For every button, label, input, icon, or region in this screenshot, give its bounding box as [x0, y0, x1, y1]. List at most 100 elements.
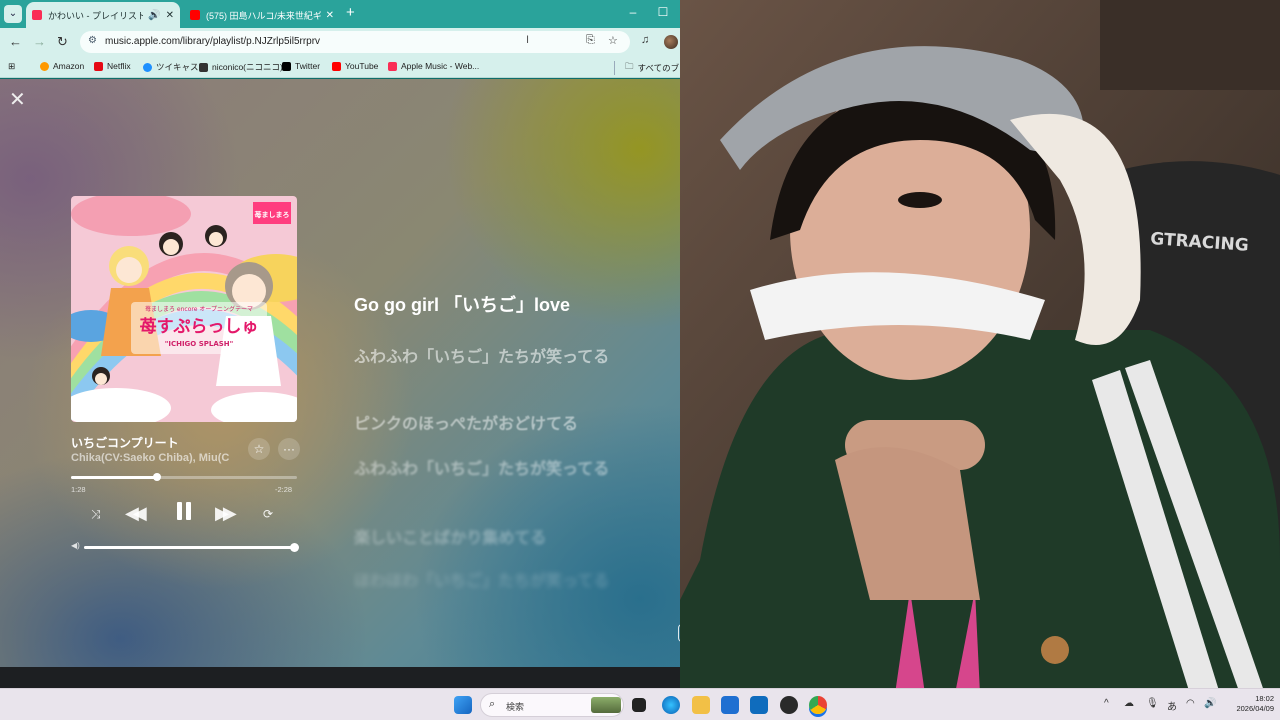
lyric-line[interactable]: ふわふわ「いちご」たちが笑ってる	[354, 460, 644, 480]
taskbar: ⌕ 検索 ^ ☁ 🎙 あ ◠ 🔊 18:02 2026/04/09	[0, 688, 1280, 720]
profile-avatar[interactable]	[664, 35, 678, 49]
tray-overflow-icon[interactable]: ^	[1104, 698, 1109, 709]
shuffle-icon[interactable]: ⤨	[91, 507, 101, 522]
playback-progress-bar[interactable]	[71, 473, 297, 481]
search-placeholder: 検索	[506, 702, 525, 712]
youtube-favicon	[190, 10, 200, 20]
lyric-line[interactable]: 楽しいことばかり集めてる	[354, 529, 644, 549]
lyric-current-line[interactable]: Go go girl 「いちご」love	[354, 294, 644, 317]
maximize-button[interactable]: ☐	[648, 5, 678, 19]
minimize-button[interactable]: –	[618, 5, 648, 19]
tab-apple-music[interactable]: かわいい - プレイリスト - Apple 🔊 ✕	[26, 2, 180, 28]
tab-title: かわいい - プレイリスト - Apple	[48, 10, 144, 21]
repeat-icon[interactable]: ⟳	[263, 507, 273, 521]
search-icon: ⌕	[489, 698, 496, 710]
url-text: music.apple.com/library/playlist/p.NJZrl…	[105, 36, 321, 47]
bookmark-twitter[interactable]: Twitter	[282, 61, 320, 71]
amazon-icon	[40, 61, 49, 71]
start-icon[interactable]	[454, 696, 472, 714]
bookmark-label: Amazon	[53, 61, 85, 71]
obs-icon[interactable]	[780, 696, 798, 714]
tab-search-button[interactable]: ⌄	[4, 5, 22, 23]
tab-title: (575) 田島ハルコ/未来世紀ギャル	[206, 10, 321, 21]
bookmark-twitcasting[interactable]: ツイキャス	[143, 61, 199, 73]
file-explorer-icon[interactable]	[692, 696, 710, 714]
back-button[interactable]: ←	[9, 34, 22, 49]
x-icon	[282, 61, 291, 71]
bookmark-label: Netflix	[107, 61, 131, 71]
bookmark-label: niconico(ニコニコ)	[212, 62, 283, 72]
taskbar-search[interactable]: ⌕ 検索	[480, 693, 624, 717]
clock-date: 2026/04/09	[1236, 704, 1274, 714]
microphone-icon[interactable]: 🎙	[1146, 698, 1159, 709]
forward-button[interactable]: →	[33, 34, 46, 49]
search-highlight-image	[591, 697, 621, 713]
favorite-star-icon[interactable]: ☆	[248, 438, 270, 460]
bookmarks-bar: ⊞ Amazon Netflix ツイキャス niconico(ニコニコ) Tw…	[0, 56, 710, 78]
album-art-top-text: 苺ましまろ encore オープニングテーマ	[145, 305, 253, 313]
apple-music-icon	[388, 61, 397, 71]
speaker-icon[interactable]: 🔊	[148, 10, 160, 21]
lyric-line[interactable]: ふわふわ「いちご」たちが笑ってる	[354, 348, 644, 368]
album-art-title: 苺すぷらっしゅ	[140, 316, 259, 337]
ime-indicator[interactable]: あ	[1167, 698, 1177, 713]
netflix-icon	[94, 61, 103, 71]
bookmark-youtube[interactable]: YouTube	[332, 61, 378, 71]
outlook-icon[interactable]	[750, 696, 768, 714]
progress-fill	[71, 476, 157, 479]
task-view-icon[interactable]	[632, 698, 646, 712]
browser-window: ⌄ かわいい - プレイリスト - Apple 🔊 ✕ (575) 田島ハルコ/…	[0, 0, 710, 667]
apps-grid-icon[interactable]: ⊞	[8, 61, 15, 72]
bookmark-star-icon[interactable]: ☆	[608, 34, 618, 47]
more-options-icon[interactable]: ···	[278, 438, 300, 460]
store-icon[interactable]	[721, 696, 739, 714]
album-art-corner-logo: 苺ましまろ	[255, 210, 290, 219]
browser-toolbar: ← → ↻ ⚙ music.apple.com/library/playlist…	[0, 28, 710, 56]
close-player-icon[interactable]: ✕	[9, 87, 26, 112]
webcam-feed: GTRACING	[680, 0, 1280, 694]
wifi-icon[interactable]: ◠	[1186, 698, 1195, 709]
track-title[interactable]: いちごコンプリート	[71, 434, 179, 451]
new-tab-button[interactable]: +	[346, 4, 355, 21]
address-bar[interactable]: ⚙ music.apple.com/library/playlist/p.NJZ…	[80, 31, 630, 53]
twitcasting-icon	[143, 62, 152, 72]
network-cloud-icon[interactable]: ☁	[1124, 698, 1134, 709]
elapsed-time: 1:28	[71, 485, 86, 494]
text-cursor-icon: I	[526, 34, 530, 46]
site-info-icon[interactable]: ⚙	[88, 35, 97, 46]
next-track-icon[interactable]: ▶▶	[215, 503, 237, 524]
progress-knob[interactable]	[152, 473, 161, 481]
bookmark-label: ツイキャス	[156, 62, 199, 72]
lyric-line[interactable]: ピンクのほっぺたがおどけてる	[354, 415, 644, 435]
now-playing-view: ✕ 苺ましまろ 苺ましまろ encore オープニングテーマ 苺すぷらっしゅ "…	[0, 79, 710, 667]
clock-time: 18:02	[1255, 694, 1274, 703]
edge-icon[interactable]	[662, 696, 680, 714]
previous-track-icon[interactable]: ◀◀	[125, 503, 147, 524]
close-tab-icon[interactable]: ✕	[166, 10, 174, 21]
volume-fill	[84, 546, 294, 549]
bookmark-apple-music[interactable]: Apple Music - Web...	[388, 61, 479, 71]
bookmark-niconico[interactable]: niconico(ニコニコ)	[199, 61, 283, 73]
clock[interactable]: 18:02 2026/04/09	[1228, 694, 1274, 714]
niconico-icon	[199, 62, 208, 72]
volume-knob[interactable]	[290, 543, 299, 552]
pause-icon[interactable]	[174, 500, 194, 522]
album-art-subtitle: "ICHIGO SPLASH"	[165, 340, 234, 348]
install-app-icon[interactable]: ⎘	[586, 34, 595, 47]
bookmark-label: YouTube	[345, 61, 379, 71]
bookmark-netflix[interactable]: Netflix	[94, 61, 131, 71]
media-controls-icon[interactable]: ♫	[641, 34, 649, 46]
apple-music-favicon	[32, 10, 42, 20]
close-tab-icon[interactable]: ✕	[326, 10, 334, 21]
chrome-icon[interactable]	[809, 696, 827, 714]
youtube-icon	[332, 61, 341, 71]
bookmark-amazon[interactable]: Amazon	[40, 61, 84, 71]
track-artist[interactable]: Chika(CV:Saeko Chiba), Miu(C	[71, 452, 243, 464]
reload-button[interactable]: ↻	[57, 34, 68, 50]
volume-slider[interactable]	[84, 543, 299, 552]
bookmark-label: Twitter	[295, 61, 321, 71]
album-art: 苺ましまろ 苺ましまろ encore オープニングテーマ 苺すぷらっしゅ "IC…	[71, 196, 297, 422]
lyric-line[interactable]: ほわほわ「いちご」たちが笑ってる	[354, 572, 644, 592]
tab-youtube[interactable]: (575) 田島ハルコ/未来世紀ギャル ✕	[184, 2, 340, 28]
volume-icon[interactable]: 🔊	[1204, 698, 1216, 709]
